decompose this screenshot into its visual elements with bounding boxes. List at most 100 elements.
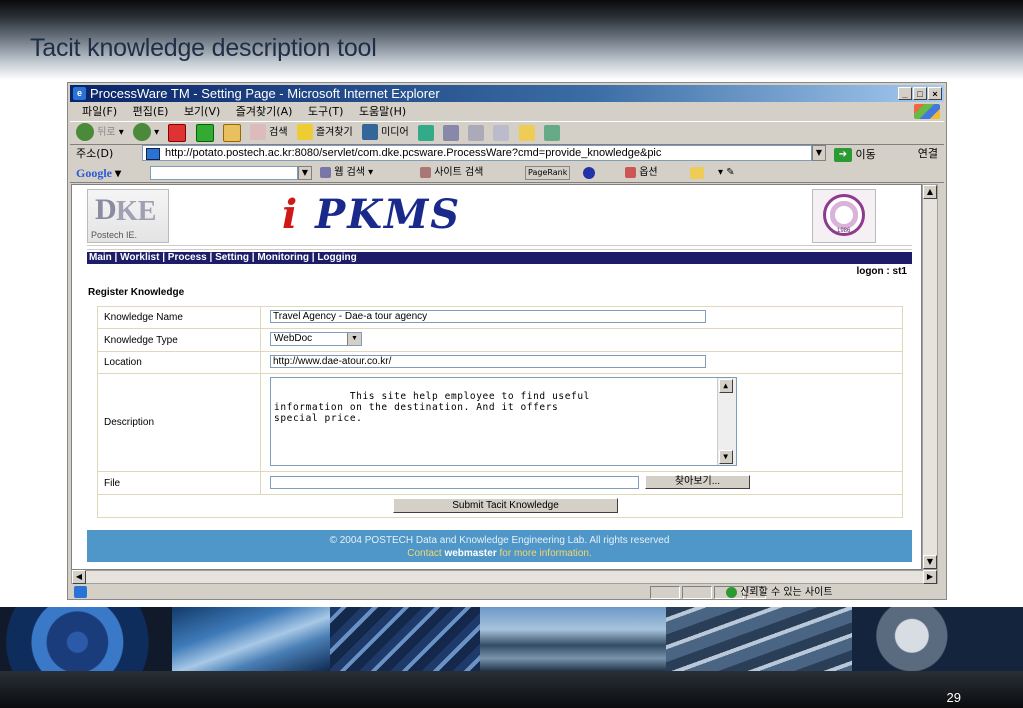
trusted-site-status: 신뢰할 수 있는 사이트 — [726, 585, 833, 599]
back-button[interactable]: 뒤로 ▾ — [76, 122, 124, 144]
site-search-button[interactable]: 사이트 검색 — [420, 164, 483, 182]
print-icon[interactable] — [468, 125, 485, 141]
decorative-image-strip — [0, 607, 1023, 671]
menubar: 파일(F) 편집(E) 보기(V) 즐겨찾기(A) 도구(T) 도움말(H) — [70, 103, 944, 120]
scroll-down-icon[interactable]: ▼ — [923, 555, 937, 569]
webmaster-link[interactable]: webmaster — [444, 548, 496, 559]
submit-tacit-knowledge-button[interactable]: Submit Tacit Knowledge — [393, 498, 618, 513]
scroll-left-icon[interactable]: ◀ — [72, 570, 86, 584]
history-icon[interactable] — [417, 125, 434, 141]
description-label: Description — [98, 374, 261, 471]
dke-logo-caption: Postech IE. — [91, 230, 138, 240]
web-search-button[interactable]: 웹 검색 ▾ — [320, 164, 373, 182]
highlight-icon[interactable]: ▾ ✎ — [718, 164, 735, 182]
scroll-up-icon[interactable]: ▲ — [719, 379, 733, 393]
slide-page-number: 29 — [946, 690, 961, 705]
window-titlebar[interactable]: e ProcessWare TM - Setting Page - Micros… — [70, 85, 944, 102]
home-icon[interactable] — [222, 124, 241, 142]
menu-file[interactable]: 파일(F) — [82, 105, 117, 118]
address-input[interactable]: http://potato.postech.ac.kr:8080/servlet… — [142, 145, 812, 161]
form-row-name: Knowledge Name Travel Agency - Dae-a tou… — [98, 307, 902, 329]
forward-button[interactable]: ▾ — [132, 122, 159, 144]
ie-window: e ProcessWare TM - Setting Page - Micros… — [67, 82, 947, 600]
edit-icon[interactable] — [493, 125, 510, 141]
description-textarea[interactable]: This site help employee to find useful i… — [270, 377, 737, 466]
messenger-icon[interactable] — [543, 125, 560, 141]
scroll-up-icon[interactable]: ▲ — [923, 185, 937, 199]
ie-icon: e — [73, 87, 86, 100]
globe-image — [172, 607, 330, 671]
menu-edit[interactable]: 편집(E) — [133, 105, 169, 118]
digital-display-image — [330, 607, 480, 671]
refresh-icon[interactable] — [195, 124, 214, 142]
nav-process[interactable]: Process — [168, 252, 207, 263]
nav-setting[interactable]: Setting — [215, 252, 249, 263]
file-label: File — [98, 472, 261, 494]
address-dropdown-button[interactable]: ▼ — [812, 145, 826, 161]
scroll-down-icon[interactable]: ▼ — [719, 450, 733, 464]
web-search-icon — [320, 166, 331, 178]
links-button[interactable]: 연결 — [918, 144, 938, 163]
page-icon — [146, 148, 160, 160]
page-footer: © 2004 POSTECH Data and Knowledge Engine… — [87, 530, 912, 562]
go-button[interactable]: ➔ 이동 — [834, 145, 876, 164]
browse-button[interactable]: 찾아보기... — [645, 475, 750, 489]
page-viewport: D KE Postech IE. i PKMS 1986 Main | Work… — [71, 184, 922, 570]
minimize-button[interactable]: _ — [898, 87, 912, 100]
popup-blocker-icon[interactable] — [690, 167, 704, 179]
search-button[interactable]: 검색 — [249, 122, 288, 144]
horizontal-scrollbar[interactable]: ◀ ▶ — [71, 570, 938, 584]
favorites-button[interactable]: 즐겨찾기 — [296, 122, 353, 144]
dke-logo-mark: D — [95, 193, 117, 226]
options-icon — [625, 166, 636, 178]
header-divider — [87, 245, 912, 250]
folder-icon[interactable] — [518, 125, 535, 141]
file-input[interactable] — [270, 476, 639, 489]
star-icon — [296, 124, 313, 140]
status-segment — [682, 586, 712, 599]
form-row-description: Description This site help employee to f… — [98, 374, 902, 472]
options-button[interactable]: 옵션 — [625, 164, 658, 182]
forward-arrow-icon — [132, 123, 151, 141]
nav-main[interactable]: Main — [89, 252, 112, 263]
slide-footer-bar — [0, 671, 1023, 708]
mail-icon[interactable] — [443, 125, 460, 141]
nav-monitoring[interactable]: Monitoring — [257, 252, 309, 263]
nav-worklist[interactable]: Worklist — [120, 252, 159, 263]
knowledge-type-select[interactable]: WebDoc ▼ — [270, 332, 362, 346]
address-url: http://potato.postech.ac.kr:8080/servlet… — [165, 147, 662, 159]
location-input[interactable]: http://www.dae-atour.co.kr/ — [270, 355, 706, 368]
stop-icon[interactable] — [168, 124, 187, 142]
menu-view[interactable]: 보기(V) — [184, 105, 220, 118]
check-icon — [726, 586, 737, 598]
form-row-type: Knowledge Type WebDoc ▼ — [98, 329, 902, 352]
google-search-input[interactable] — [150, 166, 298, 180]
keyboard-image — [666, 607, 852, 671]
google-logo[interactable]: Google ▾ — [76, 166, 121, 180]
mountain-river-image — [480, 607, 666, 671]
address-label: 주소(D) — [76, 147, 114, 160]
windows-logo-icon — [914, 104, 940, 119]
status-bar: 신뢰할 수 있는 사이트 — [70, 585, 944, 599]
dke-logo: D KE Postech IE. — [87, 189, 169, 243]
maximize-button[interactable]: □ — [913, 87, 927, 100]
knowledge-type-label: Knowledge Type — [98, 329, 261, 351]
location-label: Location — [98, 352, 261, 373]
google-toolbar: Google ▾ ▼ 웹 검색 ▾ 사이트 검색 PageRank 옵션 ▾ ✎ — [70, 164, 944, 183]
menu-tools[interactable]: 도구(T) — [308, 105, 344, 118]
media-button[interactable]: 미디어 — [361, 122, 409, 144]
google-dropdown-button[interactable]: ▼ — [298, 166, 312, 180]
section-title: Register Knowledge — [88, 287, 185, 298]
close-button[interactable]: × — [928, 87, 942, 100]
textarea-scrollbar[interactable]: ▲ ▼ — [717, 378, 736, 465]
menu-help[interactable]: 도움말(H) — [359, 105, 406, 118]
vertical-scrollbar[interactable]: ▲ ▼ — [922, 184, 938, 570]
nav-logging[interactable]: Logging — [317, 252, 356, 263]
info-icon[interactable] — [583, 167, 595, 179]
scroll-right-icon[interactable]: ▶ — [923, 570, 937, 584]
page-status-icon — [74, 586, 87, 598]
go-arrow-icon: ➔ — [834, 148, 852, 162]
menu-favorites[interactable]: 즐겨찾기(A) — [236, 105, 293, 118]
knowledge-name-input[interactable]: Travel Agency - Dae-a tour agency — [270, 310, 706, 323]
slide-title: Tacit knowledge description tool — [30, 34, 377, 62]
